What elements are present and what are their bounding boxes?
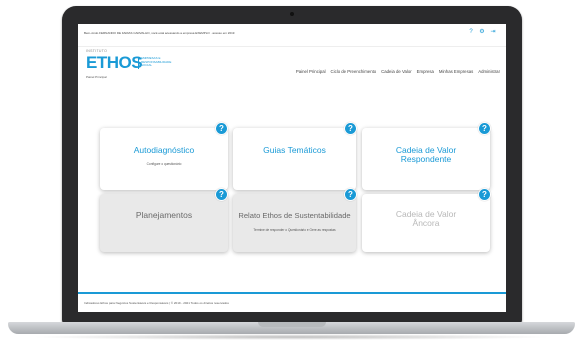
card-guias-tematicos[interactable]: Guias Temáticos — [233, 128, 356, 190]
help-icon[interactable]: ? — [478, 122, 491, 135]
card-subtitle: Termine de responder o Questionário e Ge… — [253, 228, 336, 232]
footer-divider — [78, 292, 506, 294]
settings-icon[interactable]: ⚙ — [479, 29, 485, 35]
logo-divider — [138, 57, 139, 69]
nav-item-administrar[interactable]: Administrar — [478, 69, 500, 74]
card-relato-ethos[interactable]: Relato Ethos de Sustentabilidade Termine… — [233, 194, 356, 252]
logout-icon[interactable]: ⇥ — [490, 29, 496, 35]
footer-text: Indicadores Ethos para Negócios Sustentá… — [84, 301, 229, 305]
ethos-logo[interactable]: INSTITUTO ETHOS EMPRESAS E RESPONSABILID… — [86, 49, 171, 89]
nav-item-painel[interactable]: Painel Principal — [296, 69, 326, 74]
base-notch — [257, 322, 326, 327]
card-subtitle: Configure o questionário — [146, 162, 182, 166]
card-title: Relato Ethos de Sustentabilidade — [238, 211, 351, 220]
card-autodiagnostico[interactable]: Autodiagnóstico Configure o questionário — [100, 128, 228, 190]
top-icons: ? ⚙ ⇥ — [468, 29, 496, 35]
logo-wordmark: ETHOS — [86, 53, 143, 72]
help-icon[interactable]: ? — [478, 188, 491, 201]
card-title: Planejamentos — [135, 210, 193, 220]
laptop-base — [8, 322, 575, 334]
help-icon[interactable]: ? — [468, 29, 474, 35]
help-icon[interactable]: ? — [215, 122, 228, 135]
laptop-frame: Bem-vindo FERNANDO DE FARIAS CARVALHO, v… — [62, 6, 522, 324]
main-nav: Painel Principal Ciclo de Preenchimento … — [296, 69, 500, 74]
help-icon[interactable]: ? — [344, 188, 357, 201]
webcam — [290, 12, 294, 16]
card-title-line2: Âncora — [412, 218, 440, 228]
help-icon[interactable]: ? — [215, 188, 228, 201]
card-title-line2: Respondente — [400, 154, 452, 164]
welcome-text: Bem-vindo FERNANDO DE FARIAS CARVALHO, v… — [84, 31, 235, 35]
nav-item-empresa[interactable]: Empresa — [417, 69, 434, 74]
card-title: Autodiagnóstico — [133, 145, 195, 155]
card-title: Guias Temáticos — [263, 145, 326, 155]
top-bar: Bem-vindo FERNANDO DE FARIAS CARVALHO, v… — [78, 24, 506, 47]
page-subtitle: Painel Principal — [86, 75, 107, 79]
nav-item-minhas-empresas[interactable]: Minhas Empresas — [439, 69, 473, 74]
logo-tagline: EMPRESAS E RESPONSABILIDADE SOCIAL — [141, 56, 172, 68]
card-cadeia-valor-respondente[interactable]: Cadeia de Valor Respondente — [362, 128, 490, 190]
card-cadeia-valor-ancora[interactable]: Cadeia de Valor Âncora — [362, 194, 490, 252]
nav-item-ciclo[interactable]: Ciclo de Preenchimento — [331, 69, 377, 74]
card-planejamentos[interactable]: Planejamentos — [100, 194, 228, 252]
footer: Indicadores Ethos para Negócios Sustentá… — [78, 292, 506, 312]
laptop-shadow — [30, 334, 553, 340]
app-screen: Bem-vindo FERNANDO DE FARIAS CARVALHO, v… — [78, 24, 506, 312]
help-icon[interactable]: ? — [344, 122, 357, 135]
nav-item-cadeia[interactable]: Cadeia de Valor — [381, 69, 412, 74]
